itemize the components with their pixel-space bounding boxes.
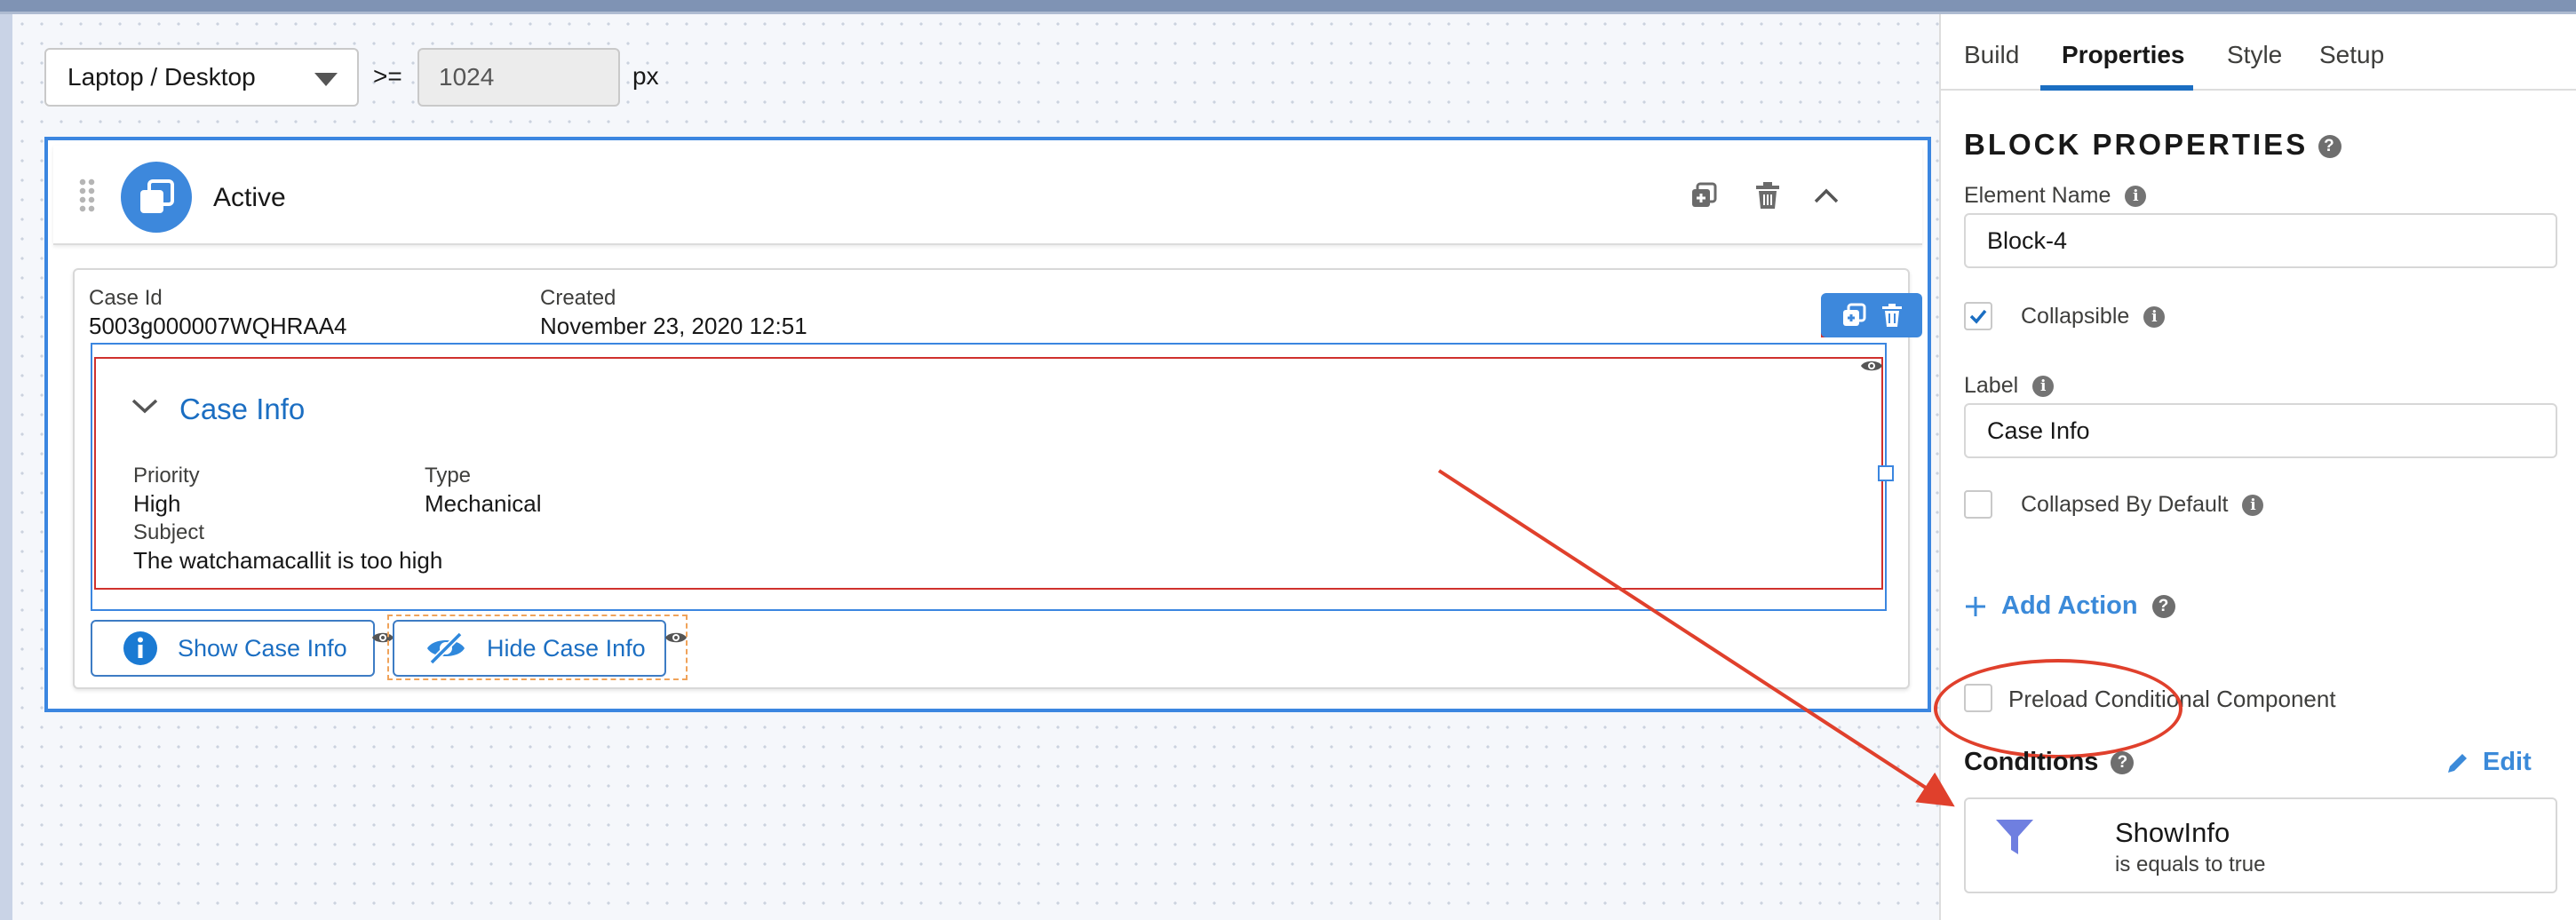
hide-case-info-label: Hide Case Info (487, 634, 646, 662)
tab-build[interactable]: Build (1964, 41, 2019, 69)
panel-tabs: Build Properties Style Setup (1941, 14, 2576, 91)
annotation-ellipse (1934, 659, 2182, 758)
priority-label: Priority (133, 464, 200, 488)
tab-properties[interactable]: Properties (2062, 41, 2185, 69)
collapsed-by-default-label: Collapsed By Default (2021, 492, 2229, 517)
active-tab-indicator (2040, 85, 2193, 91)
properties-panel: Build Properties Style Setup BLOCK PROPE… (1934, 14, 2576, 920)
collapsed-by-default-checkbox[interactable] (1964, 490, 1992, 519)
block-header: Active (53, 146, 1922, 245)
drag-grip-icon[interactable] (78, 178, 96, 213)
element-name-label-row: Element Name i (1964, 183, 2147, 209)
stacked-squares-icon (121, 162, 192, 233)
label-label: Label (1964, 373, 2019, 398)
info-icon[interactable]: i (2143, 305, 2166, 328)
info-icon[interactable]: i (2242, 494, 2264, 516)
trash-icon[interactable] (1750, 178, 1785, 213)
device-select[interactable]: Laptop / Desktop (44, 48, 359, 107)
edit-conditions-button[interactable]: Edit (2445, 748, 2532, 777)
case-card: Case Id 5003g000007WQHRAA4 Created Novem… (73, 268, 1922, 689)
block-title: Active (213, 183, 286, 212)
add-action-label: Add Action (2001, 591, 2138, 620)
design-canvas: Laptop / Desktop >= 1024 px Active Case … (0, 14, 1939, 920)
duplicate-icon[interactable] (1841, 303, 1866, 328)
subject-label: Subject (133, 520, 205, 544)
case-info-title[interactable]: Case Info (179, 393, 305, 426)
resize-handle[interactable] (1878, 465, 1894, 481)
type-label: Type (425, 464, 472, 488)
element-name-value: Block-4 (1987, 226, 2068, 254)
question-icon[interactable]: ? (2318, 135, 2342, 159)
show-case-info-label: Show Case Info (178, 634, 347, 662)
check-icon (1969, 309, 1987, 324)
plus-icon (1966, 596, 1985, 616)
question-icon[interactable]: ? (2111, 750, 2135, 774)
collapsed-by-default-row: Collapsed By Default i (2021, 492, 2264, 518)
info-icon[interactable]: i (2032, 375, 2055, 397)
condition-card[interactable]: ShowInfo is equals to true (1964, 797, 2557, 893)
edit-label: Edit (2483, 748, 2532, 776)
trash-icon[interactable] (1881, 303, 1903, 328)
priority-value: High (133, 490, 181, 517)
breakpoint-operator: >= (373, 62, 402, 90)
collapsible-label: Collapsible (2021, 304, 2130, 329)
info-icon[interactable]: i (2125, 185, 2147, 207)
created-label: Created (540, 286, 616, 310)
tab-style[interactable]: Style (2227, 41, 2282, 69)
breakpoint-value: 1024 (439, 63, 495, 91)
conditions-heading: Conditions ? (1964, 748, 2135, 777)
eye-icon[interactable] (1860, 357, 1883, 375)
device-select-value: Laptop / Desktop (68, 63, 256, 91)
label-input[interactable]: Case Info (1964, 403, 2557, 458)
block-properties-heading: BLOCK PROPERTIES ? (1964, 128, 2342, 162)
info-circle-icon (123, 631, 158, 666)
hide-case-info-button[interactable]: Hide Case Info (393, 620, 666, 677)
collapsible-checkbox[interactable] (1964, 302, 1992, 330)
type-value: Mechanical (425, 490, 542, 517)
element-name-label: Element Name (1964, 183, 2111, 208)
eye-icon[interactable] (664, 629, 688, 646)
case-id-label: Case Id (89, 286, 163, 310)
case-id-value: 5003g000007WQHRAA4 (89, 313, 347, 339)
condition-description: is equals to true (2115, 853, 2266, 876)
top-window-strip (0, 0, 2576, 14)
duplicate-icon[interactable] (1686, 178, 1721, 213)
label-value: Case Info (1987, 416, 2090, 444)
block-properties-title: BLOCK PROPERTIES (1964, 128, 2309, 161)
label-label-row: Label i (1964, 373, 2055, 399)
caret-down-icon (314, 73, 338, 86)
conditions-label: Conditions (1964, 748, 2099, 776)
subject-value: The watchamacallit is too high (133, 547, 443, 574)
show-case-info-button[interactable]: Show Case Info (91, 620, 375, 677)
pencil-icon (2448, 753, 2467, 773)
add-action-button[interactable]: Add Action ? (1964, 591, 2175, 621)
breakpoint-unit: px (632, 62, 659, 90)
chevron-down-icon[interactable] (130, 396, 160, 416)
collapsible-label-row: Collapsible i (2021, 304, 2166, 329)
case-info-section[interactable]: Case Info Priority High Type Mechanical … (94, 357, 1883, 590)
active-block[interactable]: Active Case Id 5003g000007WQHRAA4 Create… (44, 137, 1931, 712)
element-name-input[interactable]: Block-4 (1964, 213, 2557, 268)
condition-name: ShowInfo (2115, 817, 2230, 848)
breakpoint-input[interactable]: 1024 (417, 48, 620, 107)
tab-setup[interactable]: Setup (2319, 41, 2384, 69)
chevron-up-icon[interactable] (1809, 178, 1844, 213)
funnel-icon (1996, 820, 2033, 854)
question-icon[interactable]: ? (2151, 594, 2175, 618)
eye-slash-icon (425, 631, 467, 665)
created-value: November 23, 2020 12:51 (540, 313, 807, 339)
section-toolbar (1821, 293, 1922, 337)
